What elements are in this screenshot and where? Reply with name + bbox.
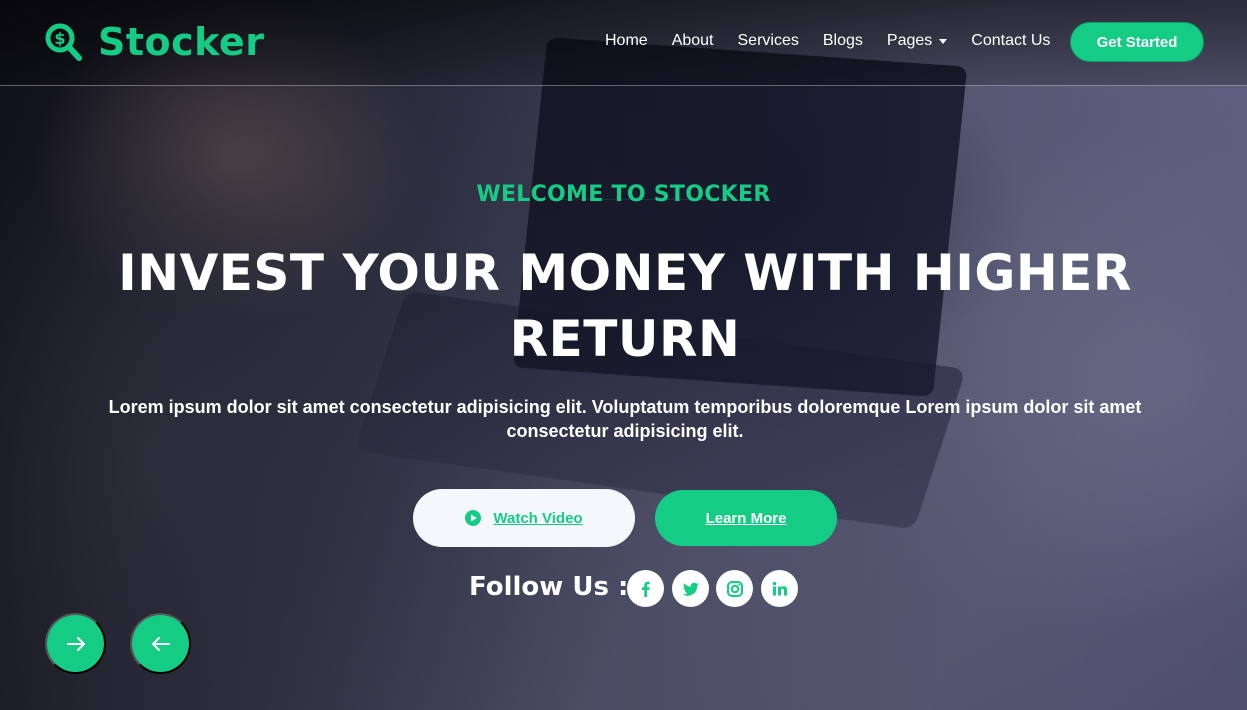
nav-dropdown-pages[interactable]: Pages	[886, 31, 948, 51]
instagram-icon	[726, 580, 743, 597]
carousel-prev-button[interactable]	[130, 613, 191, 674]
watch-video-label: Watch Video	[493, 509, 583, 527]
nav-link-about[interactable]: About	[672, 31, 714, 51]
nav-link-home[interactable]: Home	[605, 31, 648, 51]
instagram-link[interactable]	[716, 570, 753, 607]
brand-name: Stocker	[98, 20, 265, 64]
nav-link-contact[interactable]: Contact Us	[971, 31, 1050, 51]
twitter-icon	[682, 582, 699, 596]
facebook-icon	[641, 581, 650, 597]
linkedin-icon	[772, 581, 787, 595]
twitter-link[interactable]	[672, 570, 709, 607]
navbar: $ Stocker Home About Services Blogs Page…	[0, 0, 1247, 86]
nav-link-services[interactable]: Services	[738, 31, 799, 51]
hero-description: Lorem ipsum dolor sit amet consectetur a…	[108, 397, 1142, 441]
arrow-right-icon	[66, 636, 85, 651]
nav-link-blogs[interactable]: Blogs	[823, 31, 863, 51]
svg-text:$: $	[54, 29, 65, 48]
facebook-link[interactable]	[627, 570, 664, 607]
carousel-next-button[interactable]	[45, 613, 106, 674]
arrow-left-icon	[151, 636, 170, 651]
watch-video-button[interactable]: Watch Video	[413, 489, 635, 547]
hero-subtitle: WELCOME TO STOCKER	[476, 182, 771, 207]
nav-dropdown-pages-label: Pages	[886, 32, 933, 49]
brand-logo-link[interactable]: $ Stocker	[44, 20, 264, 64]
learn-more-button[interactable]: Learn More	[655, 490, 837, 546]
follow-us-label: Follow Us :	[469, 572, 629, 602]
hero-title-line-1: INVEST YOUR MONEY WITH HIGHER	[118, 244, 1132, 302]
search-dollar-icon: $	[45, 23, 82, 61]
caret-down-icon	[939, 38, 948, 44]
hero-title-line-2: RETURN	[509, 310, 741, 368]
get-started-button[interactable]: Get Started	[1070, 22, 1204, 62]
hero-title: INVEST YOUR MONEY WITH HIGHER RETURN	[100, 240, 1150, 372]
play-circle-icon	[465, 510, 482, 526]
nav-links: Home About Services Blogs Pages Contact …	[605, 31, 1074, 51]
linkedin-link[interactable]	[761, 570, 798, 607]
